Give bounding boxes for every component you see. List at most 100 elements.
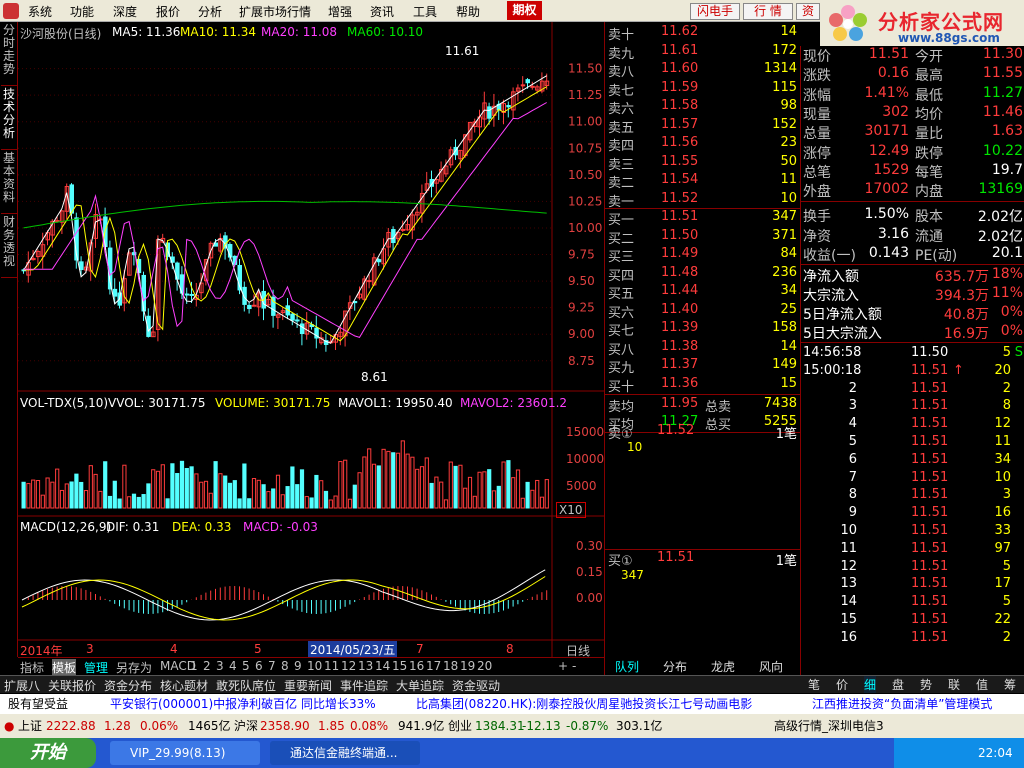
indicator-tab[interactable]: 4 (229, 659, 237, 673)
order-sell-row[interactable]: 卖二 11.54 11 (605, 172, 801, 191)
tick-row[interactable]: 14 11.51 5 (801, 594, 1024, 612)
indicator-tab[interactable]: 5 (242, 659, 250, 673)
task-tdx[interactable]: 通达信金融终端通... (270, 741, 420, 765)
indicator-tab[interactable]: 3 (216, 659, 224, 673)
tick-row[interactable]: 15 11.51 22 (801, 612, 1024, 630)
order-sell-row[interactable]: 卖九 11.61 172 (605, 43, 801, 62)
indicator-tab[interactable]: 16 (409, 659, 424, 673)
right-tab[interactable]: 笔 (808, 676, 820, 693)
news-item-2[interactable]: 比高集团(08220.HK):刚泰控股伙周星驰投资长江七号动画电影 (416, 694, 752, 714)
order-buy-row[interactable]: 买九 11.37 149 (605, 357, 801, 376)
menu-item-tools[interactable]: 工具 (413, 3, 437, 20)
right-tab[interactable]: 盘 (892, 676, 904, 693)
indicator-tab[interactable]: 18 (443, 659, 458, 673)
info-button[interactable]: 资 (796, 3, 820, 20)
start-button[interactable]: 开始 (0, 738, 96, 768)
indicator-tab[interactable]: 1 (190, 659, 198, 673)
nav-tab[interactable]: 资金分布 (104, 677, 152, 694)
menu-item-extended-market[interactable]: 扩展市场行情 (239, 3, 311, 20)
nav-tab[interactable]: 敢死队席位 (216, 677, 276, 694)
indicator-tab[interactable]: 15 (392, 659, 407, 673)
flash-trade-button[interactable]: 闪电手 (690, 3, 740, 20)
order-buy-row[interactable]: 买六 11.40 25 (605, 302, 801, 321)
order-sell-row[interactable]: 卖八 11.60 1314 (605, 61, 801, 80)
mid-tab[interactable]: 龙虎 (711, 658, 735, 675)
order-sell-row[interactable]: 卖五 11.57 152 (605, 117, 801, 136)
right-tab[interactable]: 值 (976, 676, 988, 693)
indicator-tab[interactable]: 19 (460, 659, 475, 673)
zoom-in-button[interactable]: + (558, 659, 568, 673)
tick-row[interactable]: 7 11.51 10 (801, 470, 1024, 488)
tick-row[interactable]: 5 11.51 11 (801, 434, 1024, 452)
order-sell-row[interactable]: 卖四 11.56 23 (605, 135, 801, 154)
tick-row[interactable]: 9 11.51 16 (801, 505, 1024, 523)
order-buy-row[interactable]: 买三 11.49 84 (605, 246, 801, 265)
server-label[interactable]: 高级行情_深圳电信3 (774, 714, 884, 738)
zoom-out-button[interactable]: - (572, 659, 576, 673)
indicator-tab[interactable]: 6 (255, 659, 263, 673)
indicator-tab[interactable]: 2 (203, 659, 211, 673)
menu-item-analysis[interactable]: 分析 (198, 3, 222, 20)
menu-item-enhance[interactable]: 增强 (328, 3, 352, 20)
indicator-tab[interactable]: 管理 (84, 659, 108, 676)
tick-row[interactable]: 15:00:18 11.51 20 ↑ (801, 363, 1024, 381)
indicator-tab[interactable]: 12 (341, 659, 356, 673)
chart-area[interactable]: 11.50 11.25 11.00 10.75 10.50 10.25 10.00 9.75 9… (18, 22, 604, 658)
indicator-tab[interactable]: 9 (294, 659, 302, 673)
order-sell-row[interactable]: 卖一 11.52 10 (605, 191, 801, 210)
mid-tab[interactable]: 分布 (663, 658, 687, 675)
indicator-tab[interactable]: 另存为 (116, 659, 152, 676)
nav-tab[interactable]: 核心题材 (160, 677, 208, 694)
tab-fundamentals[interactable]: 基本资料 (1, 152, 17, 214)
indicator-tab[interactable]: 17 (426, 659, 441, 673)
right-tab[interactable]: 势 (920, 676, 932, 693)
tab-intraday[interactable]: 分时走势 (1, 24, 17, 86)
order-sell-row[interactable]: 卖七 11.59 115 (605, 80, 801, 99)
menu-item-info[interactable]: 资讯 (370, 3, 394, 20)
nav-tab[interactable]: 大单追踪 (396, 677, 444, 694)
tick-row[interactable]: 12 11.51 5 (801, 559, 1024, 577)
indicator-tab[interactable]: 7 (268, 659, 276, 673)
menu-item-quotes[interactable]: 报价 (156, 3, 180, 20)
tick-row[interactable]: 6 11.51 34 (801, 452, 1024, 470)
tab-financials[interactable]: 财务透视 (1, 216, 17, 278)
order-buy-row[interactable]: 买八 11.38 14 (605, 339, 801, 358)
news-item-3[interactable]: 江西推进投资“负面清单”管理模式 (812, 694, 992, 714)
tab-technical[interactable]: 技术分析 (1, 88, 17, 150)
nav-tab[interactable]: 事件追踪 (340, 677, 388, 694)
tick-row[interactable]: 14:56:58 11.50 5 S (801, 345, 1024, 363)
task-folder[interactable]: VIP_29.99(8.13) (110, 741, 260, 765)
order-buy-row[interactable]: 买五 11.44 34 (605, 283, 801, 302)
indicator-tab[interactable]: 14 (375, 659, 390, 673)
nav-tab[interactable]: 扩展八 (4, 677, 40, 694)
nav-tab[interactable]: 重要新闻 (284, 677, 332, 694)
right-tab[interactable]: 筹 (1004, 676, 1016, 693)
right-tab[interactable]: 细 (864, 676, 877, 693)
tick-list[interactable]: 14:56:58 11.50 5 S 15:00:18 11.51 20 ↑ 2 11.51 2 3 1… (800, 342, 1024, 675)
indicator-tab[interactable]: 11 (324, 659, 339, 673)
tick-row[interactable]: 8 11.51 3 (801, 487, 1024, 505)
order-buy-row[interactable]: 买七 11.39 158 (605, 320, 801, 339)
news-item-1[interactable]: 平安银行(000001)中报净利破百亿 同比增长33% (110, 694, 376, 714)
order-sell-row[interactable]: 卖三 11.55 50 (605, 154, 801, 173)
tick-row[interactable]: 13 11.51 17 (801, 576, 1024, 594)
nav-tab[interactable]: 资金驱动 (452, 677, 500, 694)
order-buy-row[interactable]: 买二 11.50 371 (605, 228, 801, 247)
news-item-0[interactable]: 股有望受益 (8, 694, 68, 714)
order-buy-row[interactable]: 买四 11.48 236 (605, 265, 801, 284)
order-sell-row[interactable]: 卖六 11.58 98 (605, 98, 801, 117)
indicator-tab[interactable]: 8 (281, 659, 289, 673)
news-ticker[interactable]: 股有望受益 平安银行(000001)中报净利破百亿 同比增长33% 比高集团(0… (0, 694, 1024, 714)
tick-row[interactable]: 11 11.51 97 (801, 541, 1024, 559)
mid-tab[interactable]: 队列 (615, 658, 639, 675)
indicator-tab[interactable]: 13 (358, 659, 373, 673)
right-tab[interactable]: 联 (948, 676, 960, 693)
menu-item-function[interactable]: 功能 (70, 3, 94, 20)
kline-chart[interactable]: 11.50 11.25 11.00 10.75 10.50 10.25 10.00 9.75 9… (18, 22, 604, 657)
order-buy-row[interactable]: 买一 11.51 347 (605, 209, 801, 228)
menu-item-help[interactable]: 帮助 (456, 3, 480, 20)
tick-row[interactable]: 4 11.51 12 (801, 416, 1024, 434)
right-tab[interactable]: 价 (836, 676, 848, 693)
indicator-tab[interactable]: 10 (307, 659, 322, 673)
tick-row[interactable]: 3 11.51 8 (801, 398, 1024, 416)
